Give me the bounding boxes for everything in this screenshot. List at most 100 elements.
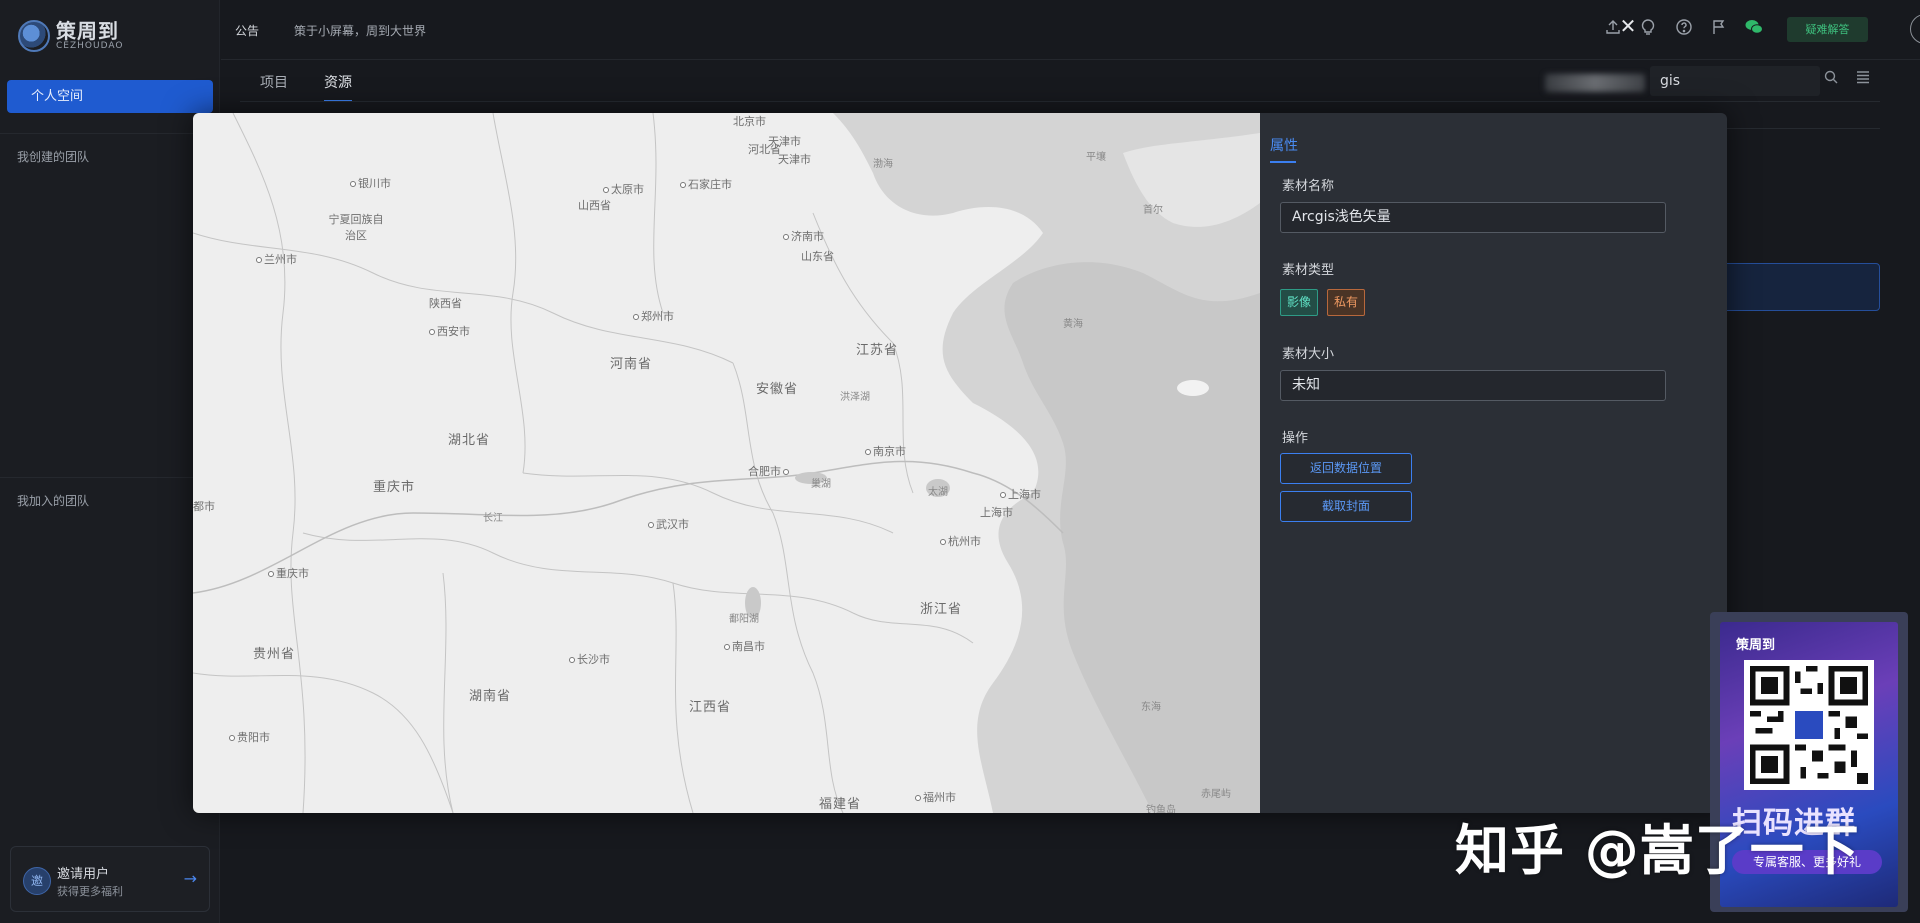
- faq-button[interactable]: 疑难解答: [1787, 17, 1868, 42]
- map-label: 黄海: [1063, 319, 1083, 330]
- map-label: 南昌市: [724, 638, 765, 654]
- map-label: 福建省: [819, 797, 862, 812]
- map-label: 太湖: [928, 487, 948, 498]
- map-label: 湖南省: [469, 689, 512, 704]
- asset-name-field[interactable]: Arcgis浅色矢量: [1280, 202, 1666, 233]
- map-label: 郑州市: [633, 308, 674, 324]
- asset-type-label: 素材类型: [1282, 263, 1335, 278]
- qr-code: [1744, 660, 1874, 790]
- flag-icon[interactable]: [1708, 18, 1730, 40]
- blurred-region: [1545, 74, 1645, 92]
- invite-title: 邀请用户: [57, 867, 110, 882]
- map-label: 钓鱼岛: [1146, 805, 1176, 813]
- tab-projects[interactable]: 项目: [260, 72, 288, 92]
- map-label: 东海: [1141, 702, 1161, 713]
- top-bar: 公告 策于小屏幕，周到大世界 疑难解答 V: [221, 0, 1920, 60]
- map-label: 福州市: [915, 789, 956, 805]
- map-label: 上海市: [980, 506, 1013, 519]
- user-avatar[interactable]: V: [1910, 14, 1920, 44]
- active-tab-indicator: [1270, 161, 1296, 163]
- map-label: 平壤: [1086, 152, 1106, 163]
- sidebar: 策周到 CEZHOUDAO 个人空间 我创建的团队 我加入的团队 邀 邀请用户 …: [0, 0, 220, 923]
- island: [1177, 380, 1209, 396]
- promo-logo: 策周到: [1736, 638, 1776, 653]
- map-label: 杭州市: [940, 533, 981, 549]
- map-label: 银川市: [350, 175, 391, 191]
- background-info-box: [1720, 263, 1880, 311]
- tag-image: 影像: [1280, 289, 1319, 316]
- map-label: 济南市: [783, 228, 824, 244]
- tab-resources[interactable]: 资源: [324, 72, 352, 92]
- asset-name-label: 素材名称: [1282, 179, 1335, 194]
- search-icon[interactable]: [1824, 70, 1838, 88]
- map-label: 长江: [483, 513, 503, 524]
- map-label: 西安市: [429, 323, 470, 339]
- map-label: 安徽省: [756, 382, 799, 397]
- map-label: 巢湖: [811, 479, 831, 490]
- capture-cover-button[interactable]: 截取封面: [1280, 491, 1412, 522]
- map-label: 都市: [193, 500, 215, 513]
- operations-label: 操作: [1282, 431, 1309, 446]
- map-label: 山东省: [801, 250, 834, 263]
- asset-size-label: 素材大小: [1282, 347, 1335, 362]
- map-label: 北京市: [733, 115, 766, 128]
- search-box: [1650, 66, 1820, 96]
- invite-avatar: 邀: [23, 867, 51, 895]
- map-label: 河南省: [610, 357, 653, 372]
- wechat-icon[interactable]: [1743, 18, 1765, 40]
- map-label: 合肥市: [748, 463, 791, 479]
- map-label: 首尔: [1143, 205, 1163, 216]
- logo-subtitle: CEZHOUDAO: [56, 41, 124, 51]
- resource-preview-modal: 北京市 天津市 天津市 河北省 太原市 石家庄市 山西省 宁夏回族自治区 银川市…: [193, 113, 1727, 813]
- map-label: 贵州省: [253, 647, 296, 662]
- search-input[interactable]: [1660, 71, 1790, 91]
- map-label: 南京市: [865, 443, 906, 459]
- app-logo[interactable]: 策周到 CEZHOUDAO: [18, 20, 123, 52]
- map-label: 武汉市: [648, 516, 689, 532]
- map-label: 贵阳市: [229, 729, 270, 745]
- map-label: 鄱阳湖: [729, 614, 759, 625]
- logo-name: 策周到: [56, 19, 119, 43]
- map-label: 浙江省: [920, 602, 963, 617]
- list-view-icon[interactable]: [1856, 70, 1870, 88]
- invite-subtitle: 获得更多福利: [57, 885, 123, 898]
- notice-label: 公告: [235, 24, 260, 38]
- asset-size-field[interactable]: 未知: [1280, 370, 1666, 401]
- sidebar-divider: [0, 477, 220, 478]
- watermark: 知乎 @嵩了一下: [1455, 819, 1860, 882]
- background-divider: [1726, 128, 1880, 129]
- tabs-divider: [240, 101, 1880, 102]
- arrow-right-icon: →: [183, 869, 197, 888]
- map-label: 宁夏回族自治区: [328, 213, 384, 242]
- tab-properties[interactable]: 属性: [1270, 135, 1298, 155]
- map-label: 陕西省: [429, 297, 462, 310]
- bulb-icon[interactable]: [1637, 18, 1659, 40]
- map-label: 湖北省: [448, 433, 491, 448]
- invite-user-card[interactable]: 邀 邀请用户 获得更多福利 →: [10, 846, 210, 912]
- map-label: 洪泽湖: [840, 392, 870, 403]
- map-label: 山西省: [578, 199, 611, 212]
- map-label: 上海市: [1000, 486, 1041, 502]
- map-label: 重庆市: [373, 480, 416, 495]
- logo-mark-icon: [18, 20, 50, 52]
- map-view[interactable]: 北京市 天津市 天津市 河北省 太原市 石家庄市 山西省 宁夏回族自治区 银川市…: [193, 113, 1260, 813]
- sidebar-section-created-teams: 我创建的团队: [17, 150, 90, 164]
- map-label: 石家庄市: [680, 176, 732, 192]
- return-to-data-location-button[interactable]: 返回数据位置: [1280, 453, 1412, 484]
- map-label: 赤尾屿: [1201, 789, 1231, 800]
- map-label: 渤海: [873, 159, 893, 170]
- map-label: 天津市: [778, 153, 811, 166]
- tag-private: 私有: [1327, 289, 1366, 316]
- close-icon[interactable]: ✕: [1618, 16, 1638, 36]
- help-icon[interactable]: [1673, 18, 1695, 40]
- map-label: 太原市: [603, 181, 644, 197]
- map-label: 河北省: [748, 143, 781, 156]
- map-label: 江苏省: [856, 343, 899, 358]
- map-label: 兰州市: [256, 251, 297, 267]
- sidebar-item-personal-space[interactable]: 个人空间: [7, 80, 213, 113]
- properties-panel: 属性 素材名称 Arcgis浅色矢量 素材类型 影像 私有 素材大小 未知 操作…: [1260, 113, 1727, 813]
- sidebar-section-joined-teams: 我加入的团队: [17, 494, 90, 508]
- map-label: 江西省: [689, 700, 732, 715]
- notice-text: 策于小屏幕，周到大世界: [294, 24, 427, 38]
- sidebar-divider: [0, 133, 220, 134]
